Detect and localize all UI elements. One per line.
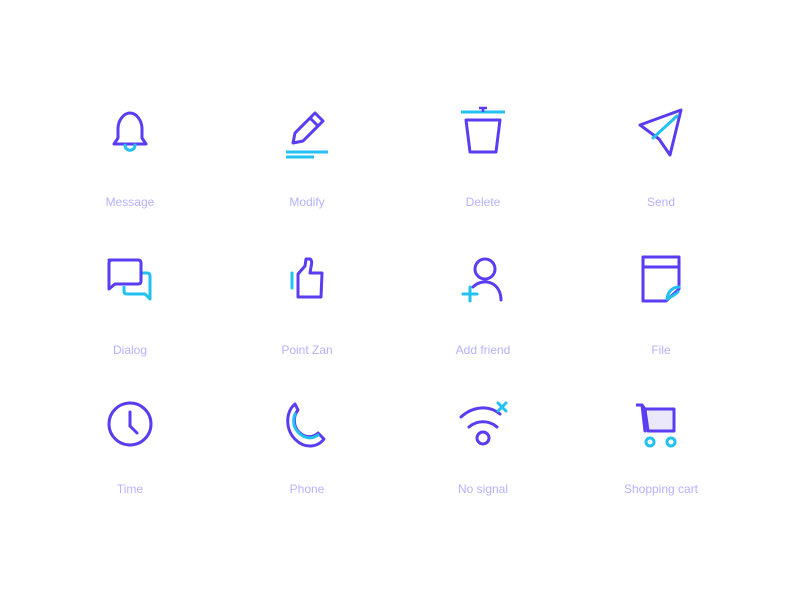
icon-label-time: Time [116, 482, 144, 496]
icon-label-send: Send [646, 195, 676, 209]
no-signal-icon [459, 401, 508, 446]
icon-label-phone: Phone [289, 482, 325, 496]
tile-phone: Phone [237, 400, 377, 500]
tile-dialog: Dialog [60, 253, 200, 357]
icon-label-shopping-cart: Shopping cart [623, 482, 699, 496]
icon-label-add-friend: Add friend [455, 343, 511, 357]
tile-file: File [591, 253, 731, 357]
phone-icon [286, 402, 326, 448]
icon-label-no-signal: No signal [457, 482, 509, 496]
paper-plane-icon [638, 108, 683, 157]
icon-label-message: Message [105, 195, 155, 209]
icon-label-delete: Delete [465, 195, 501, 209]
trash-icon [461, 106, 505, 154]
file-icon [641, 255, 681, 303]
add-user-icon [461, 257, 503, 303]
thumbs-up-icon [290, 257, 324, 299]
shopping-cart-icon [636, 403, 677, 448]
tile-send: Send [591, 105, 731, 209]
tile-shopping-cart: Shopping cart [591, 400, 731, 500]
tile-message: Message [60, 105, 200, 209]
bell-icon [112, 111, 148, 152]
tile-modify: Modify [237, 105, 377, 209]
tile-add-friend: Add friend [413, 253, 553, 357]
clock-icon [107, 401, 153, 447]
tile-time: Time [60, 400, 200, 500]
tile-no-signal: No signal [413, 400, 553, 500]
icon-label-point-zan: Point Zan [281, 343, 333, 357]
chat-bubbles-icon [107, 258, 152, 301]
icon-label-modify: Modify [289, 195, 325, 209]
icon-sheet: Message Modify Delete Send Dialog Point … [0, 0, 800, 600]
pencil-icon [286, 111, 328, 159]
icon-label-file: File [651, 343, 671, 357]
icon-label-dialog: Dialog [112, 343, 148, 357]
tile-point-zan: Point Zan [237, 253, 377, 357]
tile-delete: Delete [413, 105, 553, 209]
